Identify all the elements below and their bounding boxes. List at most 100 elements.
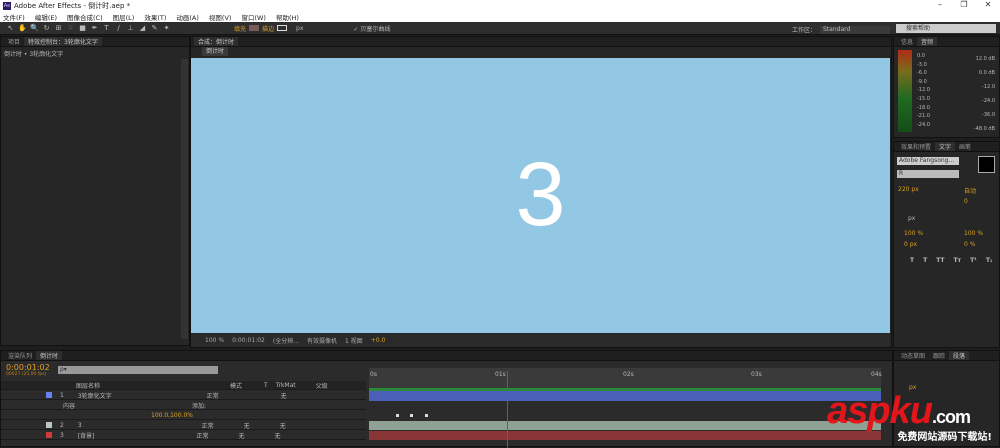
parent-select[interactable]: 无: [280, 421, 286, 430]
layer-1-bar[interactable]: [369, 391, 881, 401]
restore-button[interactable]: ❐: [952, 0, 976, 9]
layer-2-bar[interactable]: [369, 421, 881, 430]
contents-group[interactable]: 内容: [63, 401, 75, 410]
tab-paint[interactable]: 画笔: [955, 142, 975, 151]
horizontal-scale-field[interactable]: 100 %: [964, 230, 983, 237]
keyframe[interactable]: [410, 414, 413, 417]
menu-animation[interactable]: 动画(A): [176, 12, 199, 22]
layer-row[interactable]: 2 3 正常 无 无: [1, 421, 366, 430]
mode-select[interactable]: 正常: [202, 421, 214, 430]
help-search-input[interactable]: 搜索帮助: [896, 24, 996, 33]
minimize-button[interactable]: –: [928, 0, 952, 9]
tab-motion-sketch[interactable]: 动态草图: [897, 351, 929, 360]
menu-view[interactable]: 视图(V): [209, 12, 232, 22]
add-button[interactable]: 添加:: [192, 401, 206, 410]
hand-tool-icon[interactable]: ✋: [18, 24, 27, 32]
scale-value[interactable]: 100.0,100.0%: [151, 412, 193, 419]
time-ruler[interactable]: 0s 01s 02s 03s 04s: [369, 368, 882, 388]
small-caps-button[interactable]: Tт: [954, 257, 962, 264]
current-time[interactable]: 0:00:01:02: [6, 363, 50, 372]
leading-field[interactable]: 自动: [964, 186, 976, 195]
layer-row[interactable]: 1 3轮廓化文字 正常 无: [1, 391, 366, 400]
pen-tool-icon[interactable]: ✒: [90, 24, 99, 32]
layer-3-bar[interactable]: [369, 431, 881, 440]
layer-name[interactable]: [背景]: [78, 431, 95, 440]
composition-viewer[interactable]: 3: [191, 58, 890, 333]
rotate-tool-icon[interactable]: ↻: [42, 24, 51, 32]
font-style-select[interactable]: R: [897, 170, 959, 178]
exposure-value[interactable]: +0.0: [371, 337, 386, 344]
layer-name[interactable]: 3轮廓化文字: [78, 391, 112, 400]
tab-project[interactable]: 项目: [4, 37, 24, 46]
tab-character[interactable]: 文字: [935, 142, 956, 151]
keyframe[interactable]: [396, 414, 399, 417]
layer-label-color[interactable]: [46, 422, 52, 428]
tab-paragraph[interactable]: 段落: [949, 351, 970, 360]
tab-render-queue[interactable]: 渲染队列: [4, 351, 36, 360]
tab-effects-presets[interactable]: 效果和预置: [897, 142, 935, 151]
puppet-tool-icon[interactable]: ✦: [162, 24, 171, 32]
layer-name[interactable]: 3: [78, 422, 82, 429]
layer-label-color[interactable]: [46, 432, 52, 438]
pan-behind-tool-icon[interactable]: ⁙: [66, 24, 75, 32]
bezier-checkbox[interactable]: ✓ 贝塞尔曲线: [353, 24, 390, 33]
subscript-button[interactable]: T₁: [986, 257, 993, 264]
mode-select[interactable]: 正常: [197, 431, 209, 440]
layer-label-color[interactable]: [46, 392, 52, 398]
tsume-field[interactable]: 0 %: [964, 241, 975, 248]
tab-audio[interactable]: 音频: [917, 37, 938, 46]
menu-layer[interactable]: 图层(L): [113, 12, 135, 22]
keyframe[interactable]: [425, 414, 428, 417]
selection-tool-icon[interactable]: ↖: [6, 24, 15, 32]
zoom-select[interactable]: 100 %: [205, 337, 224, 344]
font-family-select[interactable]: Adobe Fangsong...: [897, 157, 959, 165]
zoom-tool-icon[interactable]: 🔍: [30, 24, 39, 32]
menu-effect[interactable]: 效果(T): [144, 12, 166, 22]
tab-info[interactable]: 信息: [897, 37, 917, 46]
comp-subtab[interactable]: 倒计时: [202, 47, 229, 56]
trkmat-select[interactable]: 无: [244, 421, 250, 430]
layer-search-input[interactable]: ρ▾: [58, 366, 218, 374]
fill-color-swatch[interactable]: [978, 156, 995, 173]
font-size-field[interactable]: 220 px: [898, 186, 919, 193]
tracking-field[interactable]: 0: [964, 198, 968, 205]
timecode-display[interactable]: 0:00:01:02: [232, 337, 265, 344]
camera-select[interactable]: 有效摄像机: [307, 336, 337, 345]
clone-tool-icon[interactable]: ⊥: [126, 24, 135, 32]
vertical-scale-field[interactable]: 100 %: [904, 230, 923, 237]
text-tool-icon[interactable]: T: [102, 24, 111, 32]
stroke-width-field[interactable]: px: [908, 215, 915, 222]
tab-countdown-comp[interactable]: 倒计时: [36, 351, 63, 360]
faux-bold-button[interactable]: T: [910, 257, 914, 264]
shape-tool-icon[interactable]: ■: [78, 24, 87, 32]
layer-row[interactable]: 3 [背景] 正常 无 无: [1, 431, 366, 440]
camera-tool-icon[interactable]: ⊞: [54, 24, 63, 32]
views-select[interactable]: 1 视图: [345, 336, 363, 345]
playhead[interactable]: [507, 371, 508, 448]
stroke-swatch[interactable]: [277, 25, 288, 31]
all-caps-button[interactable]: TT: [936, 257, 944, 264]
tab-composition[interactable]: 合成：倒计时: [194, 37, 239, 46]
stroke-width-unit[interactable]: px: [296, 25, 303, 32]
close-button[interactable]: ✕: [976, 0, 1000, 9]
scrollbar[interactable]: [181, 59, 188, 339]
tab-tracker[interactable]: 跟踪: [929, 351, 949, 360]
menu-composition[interactable]: 图像合成(C): [67, 12, 103, 22]
parent-select[interactable]: 无: [275, 431, 281, 440]
faux-italic-button[interactable]: T: [923, 257, 927, 264]
brush-tool-icon[interactable]: /: [114, 24, 123, 32]
menu-help[interactable]: 帮助(H): [276, 12, 299, 22]
menu-edit[interactable]: 编辑(E): [35, 12, 57, 22]
workspace-select[interactable]: Standard: [820, 25, 890, 34]
resolution-select[interactable]: (全分辨...: [273, 336, 299, 345]
menu-window[interactable]: 窗口(W): [241, 12, 266, 22]
mode-select[interactable]: 正常: [207, 391, 219, 400]
baseline-shift-field[interactable]: 0 px: [904, 241, 917, 248]
roto-tool-icon[interactable]: ✎: [150, 24, 159, 32]
parent-select[interactable]: 无: [281, 391, 287, 400]
menu-file[interactable]: 文件(F): [3, 12, 25, 22]
tab-effect-controls[interactable]: 特效控制台：3轮廓化文字: [24, 37, 102, 46]
eraser-tool-icon[interactable]: ◢: [138, 24, 147, 32]
superscript-button[interactable]: T¹: [970, 257, 977, 264]
trkmat-select[interactable]: 无: [239, 431, 245, 440]
